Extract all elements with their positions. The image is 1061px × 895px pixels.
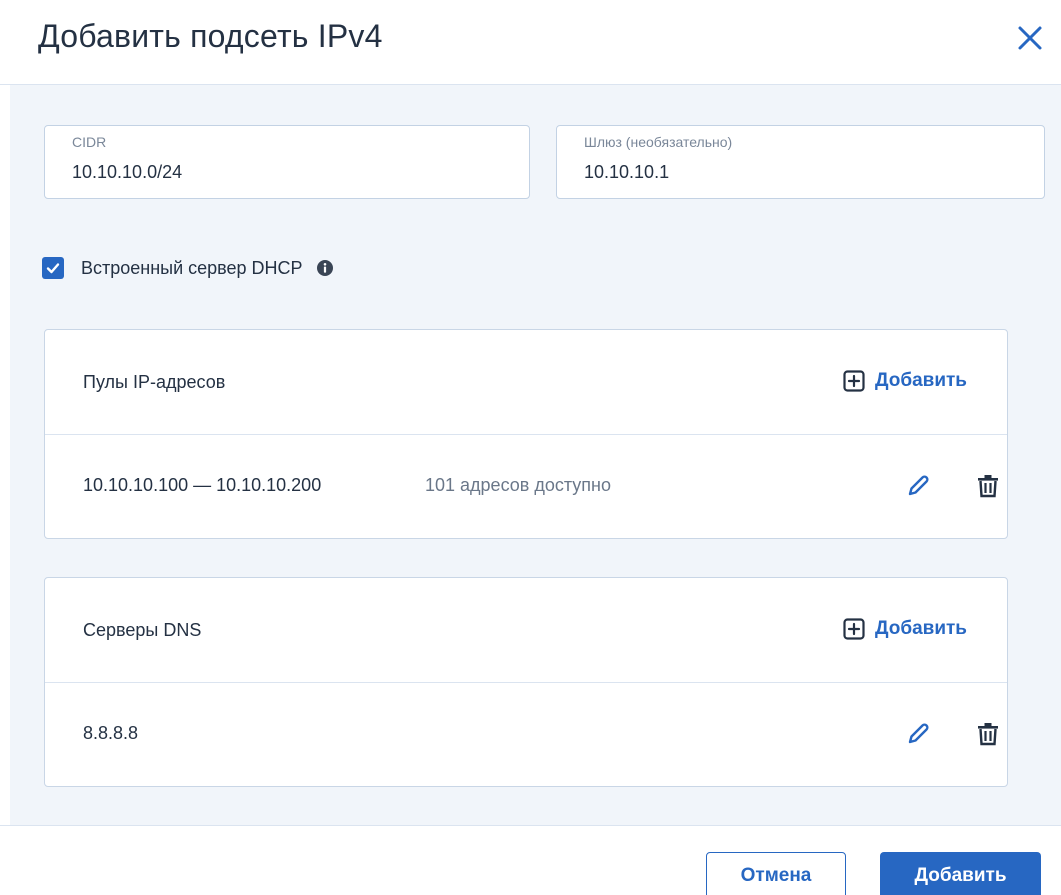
info-icon[interactable] <box>316 260 333 276</box>
add-ipv4-subnet-dialog: Добавить подсеть IPv4 CIDR Шлюз (необяза… <box>0 0 1061 895</box>
add-ip-pool-button[interactable]: Добавить <box>843 370 967 392</box>
dhcp-option: Встроенный сервер DHCP <box>42 255 333 281</box>
cidr-label: CIDR <box>72 134 107 150</box>
gateway-input[interactable] <box>584 162 984 183</box>
close-icon <box>1018 26 1042 50</box>
plus-square-icon <box>843 370 865 392</box>
cancel-button[interactable]: Отмена <box>706 852 846 895</box>
cidr-input[interactable] <box>72 162 472 183</box>
dns-servers-title: Серверы DNS <box>83 620 202 640</box>
pencil-icon <box>908 475 929 496</box>
dialog-body: CIDR Шлюз (необязательно) Встроенный сер… <box>10 85 1061 825</box>
cidr-field[interactable]: CIDR <box>44 125 530 199</box>
edit-ip-pool-button[interactable] <box>905 473 931 499</box>
dialog-footer: Отмена Добавить <box>0 825 1061 895</box>
ip-pools-panel: Пулы IP-адресов Добавить 10.10.10.100 — … <box>44 329 1008 539</box>
dhcp-label: Встроенный сервер DHCP <box>81 257 303 278</box>
add-dns-server-button[interactable]: Добавить <box>843 618 967 640</box>
dns-server-row: 8.8.8.8 <box>45 683 1007 786</box>
dns-servers-header: Серверы DNS Добавить <box>45 578 1007 683</box>
delete-dns-server-button[interactable] <box>975 721 1001 747</box>
dns-servers-panel: Серверы DNS Добавить 8.8.8.8 <box>44 577 1008 787</box>
dns-server-address: 8.8.8.8 <box>83 723 139 743</box>
ip-pools-header: Пулы IP-адресов Добавить <box>45 330 1007 435</box>
dialog-title: Добавить подсеть IPv4 <box>38 18 383 54</box>
add-button[interactable]: Добавить <box>880 852 1041 895</box>
ip-pools-title: Пулы IP-адресов <box>83 372 226 392</box>
ip-pool-range: 10.10.10.100 — 10.10.10.200 <box>83 475 322 495</box>
checkmark-icon <box>46 263 60 274</box>
add-ip-pool-label: Добавить <box>874 370 967 391</box>
ip-pool-available: 101 адресов доступно <box>425 475 612 495</box>
plus-square-icon <box>843 618 865 640</box>
dialog-header: Добавить подсеть IPv4 <box>0 0 1061 85</box>
gateway-label: Шлюз (необязательно) <box>584 134 733 150</box>
trash-icon <box>978 723 998 746</box>
edit-dns-server-button[interactable] <box>905 721 931 747</box>
add-dns-server-label: Добавить <box>874 618 967 639</box>
trash-icon <box>978 475 998 498</box>
gateway-field[interactable]: Шлюз (необязательно) <box>556 125 1045 199</box>
delete-ip-pool-button[interactable] <box>975 473 1001 499</box>
pencil-icon <box>908 723 929 744</box>
close-button[interactable] <box>1012 20 1048 56</box>
dhcp-checkbox[interactable] <box>42 257 64 279</box>
ip-pool-row: 10.10.10.100 — 10.10.10.200 101 адресов … <box>45 435 1007 538</box>
